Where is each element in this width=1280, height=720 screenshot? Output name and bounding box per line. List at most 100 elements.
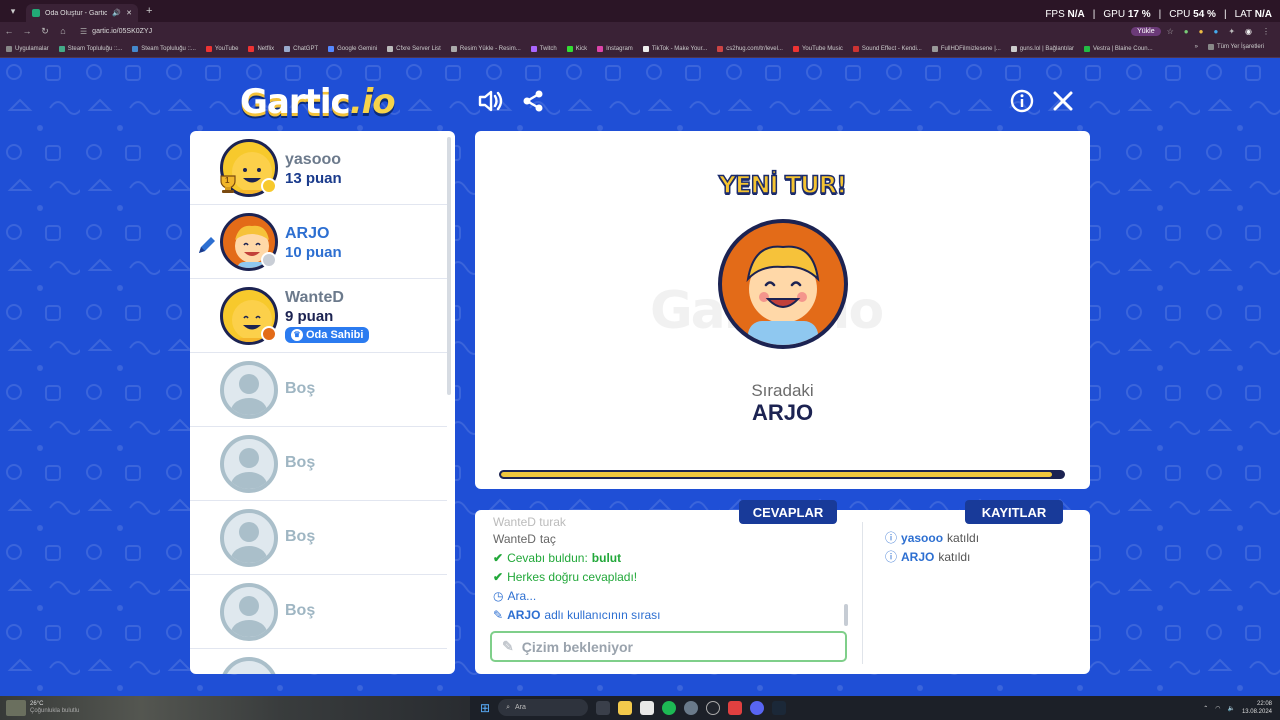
crown-icon: ♛ xyxy=(291,329,303,341)
windows-start-icon[interactable]: ⊞ xyxy=(480,701,490,715)
player-score: 10 puan xyxy=(285,244,342,261)
bookmark-item[interactable]: Resim Yükle - Resim... xyxy=(450,45,521,52)
player-row[interactable]: ARJO 10 puan xyxy=(190,205,447,279)
file-explorer-icon[interactable] xyxy=(618,700,633,715)
lat-label: LAT xyxy=(1234,9,1252,20)
status-dot xyxy=(261,178,277,194)
bookmark-item[interactable]: Steam Topluluğu ::... xyxy=(58,45,122,52)
fps-value: N/A xyxy=(1067,9,1085,20)
bookmark-item[interactable]: Netflix xyxy=(248,45,274,52)
app-icon[interactable] xyxy=(728,700,743,715)
player-row[interactable]: 1 yasooo 13 puan xyxy=(190,131,447,205)
reload-icon[interactable]: ↻ xyxy=(36,26,54,37)
app-icon[interactable] xyxy=(684,700,699,715)
taskbar-search[interactable]: ⌕ Ara xyxy=(498,699,589,716)
empty-avatar-icon xyxy=(220,583,278,641)
sound-icon[interactable] xyxy=(478,88,504,114)
new-tab-button[interactable]: + xyxy=(146,5,152,17)
spotify-icon[interactable] xyxy=(662,700,677,715)
bookmark-item[interactable]: cs2hug.com/tr/level... xyxy=(717,45,783,52)
tab-close-icon[interactable]: ✕ xyxy=(126,9,132,17)
players-list: 1 yasooo 13 puan ARJO 10 puan WanteD 9 p… xyxy=(190,131,455,674)
players-scrollbar[interactable] xyxy=(447,137,451,395)
clock[interactable]: 22:08 13.08.2024 xyxy=(1242,700,1272,716)
bookmark-item[interactable]: Google Gemini xyxy=(328,45,377,52)
bookmark-favicon-icon xyxy=(248,45,255,52)
log-line: ⓘ ARJO katıldı xyxy=(885,547,1075,566)
answer-user: ARJO xyxy=(507,607,541,622)
steam-icon[interactable] xyxy=(772,700,787,715)
bookmark-item[interactable]: TikTok - Make Your... xyxy=(642,45,707,52)
tray-expand-icon[interactable]: ⌃ xyxy=(1203,705,1208,712)
home-icon[interactable]: ⌂ xyxy=(54,26,72,36)
bookmark-item[interactable]: YouTube xyxy=(205,45,239,52)
bookmark-item[interactable]: YouTube Music xyxy=(792,45,843,52)
bookmark-item[interactable]: Instagram xyxy=(597,45,633,52)
wifi-icon[interactable]: ◠ xyxy=(1215,705,1220,712)
empty-slot-label: Boş xyxy=(285,380,316,397)
info-icon[interactable] xyxy=(1009,88,1035,114)
extension-icon[interactable]: ● xyxy=(1213,27,1218,36)
close-icon[interactable] xyxy=(1050,88,1076,114)
bookmark-item[interactable]: ChatGPT xyxy=(284,45,318,52)
bookmark-item[interactable]: Steam Topluluğu ::... xyxy=(132,45,196,52)
answer-input[interactable]: ✎ Çizim bekleniyor xyxy=(490,631,847,662)
bookmark-item[interactable]: Twitch xyxy=(530,45,557,52)
logs-list: ⓘ yasooo katıldı ⓘ ARJO katıldı xyxy=(885,528,1075,566)
bookmark-label: Vestra | Blaine Coun... xyxy=(1093,45,1153,52)
weather-widget[interactable]: 26°C Çoğunlukla bulutlu xyxy=(6,700,126,716)
all-bookmarks-label: Tüm Yer İşaretleri xyxy=(1216,44,1264,50)
forward-icon[interactable]: → xyxy=(18,26,36,36)
answer-line: WanteD taç xyxy=(493,529,848,548)
upload-button[interactable]: Yükle xyxy=(1131,26,1161,36)
answer-line: WanteD turak xyxy=(493,516,848,529)
bookmark-item[interactable]: Uygulamalar xyxy=(6,45,49,52)
bookmark-item[interactable]: Cfxre Server List xyxy=(387,45,441,52)
bookmark-label: YouTube xyxy=(214,45,239,52)
all-bookmarks[interactable]: Tüm Yer İşaretleri xyxy=(1207,44,1264,50)
bookmarks-overflow-icon[interactable]: » xyxy=(1195,44,1198,50)
empty-slot: Boş xyxy=(190,575,447,649)
empty-slot: Boş xyxy=(190,427,447,501)
status-dot xyxy=(261,326,277,342)
round-timer-bar xyxy=(499,470,1065,479)
bookmark-star-icon[interactable]: ☆ xyxy=(1167,27,1174,36)
trophy-rank: 1 xyxy=(225,176,230,185)
menu-dots-icon[interactable]: ⋮ xyxy=(1262,27,1270,36)
check-icon: ✔ xyxy=(493,569,504,584)
bookmark-label: Resim Yükle - Resim... xyxy=(459,45,521,52)
drawing-pencil-icon xyxy=(196,234,218,261)
discord-icon[interactable] xyxy=(750,700,765,715)
tab-logs[interactable]: KAYITLAR xyxy=(965,500,1063,524)
tab-audio-icon[interactable]: 🔊 xyxy=(112,9,121,17)
pencil-icon: ✎ xyxy=(493,607,504,622)
bookmark-item[interactable]: FullHDFilmizlesene |... xyxy=(931,45,1001,52)
bookmark-favicon-icon xyxy=(642,45,649,52)
player-name: WanteD xyxy=(285,289,344,306)
bookmark-label: FullHDFilmizlesene |... xyxy=(940,45,1001,52)
extension-icon[interactable]: ● xyxy=(1199,27,1204,36)
browser-app-icon[interactable] xyxy=(640,700,655,715)
back-icon[interactable]: ← xyxy=(0,26,18,36)
bookmark-favicon-icon xyxy=(284,45,291,52)
bookmark-item[interactable]: Kick xyxy=(566,45,587,52)
share-icon[interactable] xyxy=(520,88,546,114)
bookmark-item[interactable]: Sound Effect - Kendi... xyxy=(852,45,922,52)
site-info-icon[interactable]: ☰ xyxy=(80,27,87,36)
extension-icon[interactable]: ● xyxy=(1184,27,1189,36)
bookmark-item[interactable]: guns.lol | Bağlantılar xyxy=(1010,45,1074,52)
extensions-puzzle-icon[interactable]: ✦ xyxy=(1228,27,1235,36)
answer-text: Herkes doğru cevapladı! xyxy=(507,569,638,584)
profile-avatar[interactable]: ◉ xyxy=(1245,27,1252,36)
url-field[interactable]: ☰ gartic.io/05SK0ZYJ xyxy=(80,27,1131,36)
url-text: gartic.io/05SK0ZYJ xyxy=(92,27,153,35)
tab-search-icon[interactable]: ▾ xyxy=(4,3,22,19)
bookmark-item[interactable]: Vestra | Blaine Coun... xyxy=(1084,45,1153,52)
app-icon[interactable] xyxy=(706,700,721,715)
empty-slot: Boş xyxy=(190,501,447,575)
answers-scrollbar[interactable] xyxy=(844,604,848,626)
task-view-icon[interactable] xyxy=(596,700,611,715)
browser-tab[interactable]: Oda Oluştur - Gartic.io 🔊 ✕ xyxy=(26,4,138,22)
volume-icon[interactable]: 🔈 xyxy=(1227,705,1234,712)
player-row[interactable]: WanteD 9 puan ♛ Oda Sahibi xyxy=(190,279,447,353)
